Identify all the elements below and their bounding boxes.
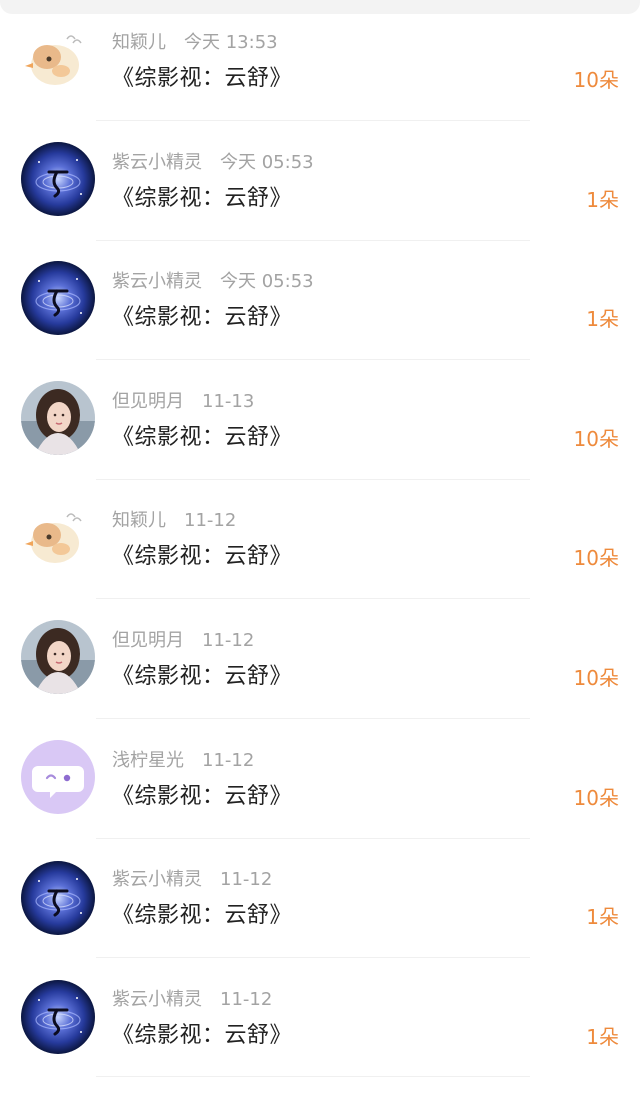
- meta: 但见明月 11-12: [112, 629, 254, 653]
- gift-row[interactable]: 但见明月 11-13 《综影视：云舒》 10朵: [0, 361, 640, 481]
- meta: 紫云小精灵 今天 05:53: [112, 270, 314, 294]
- row-divider: [96, 598, 530, 599]
- username[interactable]: 紫云小精灵: [112, 152, 202, 173]
- gift-amount: 10朵: [573, 546, 619, 570]
- timestamp: 11-13: [202, 391, 255, 412]
- book-title: 《综影视：云舒》: [112, 664, 293, 689]
- book-title: 《综影视：云舒》: [112, 186, 293, 211]
- username[interactable]: 紫云小精灵: [112, 271, 202, 292]
- row-divider: [96, 957, 530, 958]
- timestamp: 今天 05:53: [220, 271, 314, 292]
- gift-row[interactable]: 知颖儿 今天 13:53 《综影视：云舒》 10朵: [0, 2, 640, 122]
- gift-amount: 10朵: [573, 786, 619, 810]
- meta: 紫云小精灵 11-12: [112, 868, 272, 892]
- row-divider: [96, 359, 530, 360]
- bird-avatar[interactable]: [21, 21, 95, 95]
- chat-bubble-avatar[interactable]: [21, 740, 95, 814]
- meta: 紫云小精灵 今天 05:53: [112, 151, 314, 175]
- book-title: 《综影视：云舒》: [112, 305, 293, 330]
- gift-row[interactable]: 但见明月 11-12 《综影视：云舒》 10朵: [0, 600, 640, 720]
- gift-amount: 10朵: [573, 666, 619, 690]
- meta: 知颖儿 今天 13:53: [112, 31, 278, 55]
- timestamp: 今天 13:53: [184, 32, 278, 53]
- username[interactable]: 浅柠星光: [112, 750, 184, 771]
- book-title: 《综影视：云舒》: [112, 425, 293, 450]
- row-divider: [96, 120, 530, 121]
- timestamp: 11-12: [202, 750, 255, 771]
- gift-row[interactable]: 紫云小精灵 今天 05:53 《综影视：云舒》 1朵: [0, 241, 640, 361]
- meta: 知颖儿 11-12: [112, 509, 236, 533]
- meta: 但见明月 11-13: [112, 390, 254, 414]
- book-title: 《综影视：云舒》: [112, 784, 293, 809]
- book-title: 《综影视：云舒》: [112, 1023, 293, 1048]
- username[interactable]: 但见明月: [112, 630, 184, 651]
- book-title: 《综影视：云舒》: [112, 544, 293, 569]
- gift-row[interactable]: 浅柠星光 11-12 《综影视：云舒》 10朵: [0, 720, 640, 840]
- row-divider: [96, 1076, 530, 1077]
- bird-avatar[interactable]: [21, 499, 95, 573]
- galaxy-avatar[interactable]: [21, 861, 95, 935]
- galaxy-avatar[interactable]: [21, 980, 95, 1054]
- username[interactable]: 紫云小精灵: [112, 869, 202, 890]
- timestamp: 11-12: [220, 989, 273, 1010]
- username[interactable]: 但见明月: [112, 391, 184, 412]
- gift-row[interactable]: 知颖儿 11-12 《综影视：云舒》 10朵: [0, 480, 640, 600]
- portrait-avatar[interactable]: [21, 620, 95, 694]
- username[interactable]: 知颖儿: [112, 32, 166, 53]
- book-title: 《综影视：云舒》: [112, 66, 293, 91]
- gift-amount: 1朵: [586, 905, 619, 929]
- galaxy-avatar[interactable]: [21, 142, 95, 216]
- row-divider: [96, 718, 530, 719]
- timestamp: 11-12: [184, 510, 237, 531]
- portrait-avatar[interactable]: [21, 381, 95, 455]
- galaxy-avatar[interactable]: [21, 261, 95, 335]
- meta: 紫云小精灵 11-12: [112, 988, 272, 1012]
- username[interactable]: 紫云小精灵: [112, 989, 202, 1010]
- gift-amount: 1朵: [586, 1025, 619, 1049]
- gift-amount: 10朵: [573, 427, 619, 451]
- timestamp: 11-12: [220, 869, 273, 890]
- gift-row[interactable]: 紫云小精灵 今天 05:53 《综影视：云舒》 1朵: [0, 122, 640, 242]
- timestamp: 今天 05:53: [220, 152, 314, 173]
- username[interactable]: 知颖儿: [112, 510, 166, 531]
- book-title: 《综影视：云舒》: [112, 903, 293, 928]
- gift-amount: 1朵: [586, 307, 619, 331]
- meta: 浅柠星光 11-12: [112, 749, 254, 773]
- gift-row[interactable]: 紫云小精灵 11-12 《综影视：云舒》 1朵: [0, 959, 640, 1079]
- gift-row[interactable]: 紫云小精灵 11-12 《综影视：云舒》 1朵: [0, 839, 640, 959]
- gift-amount: 1朵: [586, 188, 619, 212]
- timestamp: 11-12: [202, 630, 255, 651]
- gift-amount: 10朵: [573, 68, 619, 92]
